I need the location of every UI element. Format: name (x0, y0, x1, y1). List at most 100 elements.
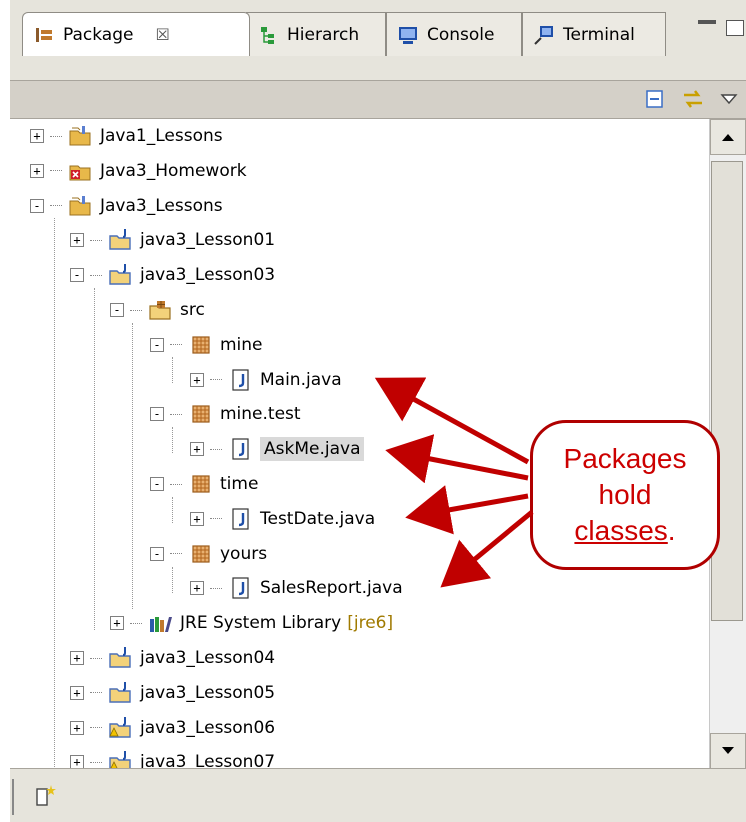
expand-toggle-icon[interactable]: + (190, 372, 204, 387)
tree-connector (210, 448, 222, 450)
scroll-down-button[interactable] (710, 733, 746, 769)
tree-item-label: TestDate.java (260, 508, 376, 529)
tab-hierarchy[interactable]: Hierarch (246, 12, 386, 56)
tree-item-label: Java3_Homework (100, 160, 247, 181)
collapse-all-icon[interactable] (644, 88, 666, 110)
expand-toggle-icon[interactable]: + (70, 685, 84, 700)
callout-line: classes. (574, 513, 675, 549)
tree-guide (172, 427, 173, 453)
tab-terminal[interactable]: Terminal (522, 12, 666, 56)
tree-connector (90, 274, 102, 276)
tree-connector (170, 483, 182, 485)
expand-toggle-icon[interactable]: + (70, 755, 84, 769)
package-icon (192, 405, 210, 423)
tree-item[interactable]: - java3_Lesson03 (70, 260, 275, 290)
library-icon (150, 617, 172, 633)
tree-item-label: src (180, 300, 205, 320)
package-explorer-icon (36, 27, 52, 42)
packages-hold-classes-callout: Packages hold classes. (530, 420, 720, 570)
tree-item[interactable]: + java3_Lesson04 (70, 643, 275, 673)
tree-item[interactable]: + Java1_Lessons (30, 121, 223, 151)
tree-item[interactable]: + SalesReport.java (190, 573, 403, 603)
tree-item[interactable]: + java3_Lesson01 (70, 225, 275, 255)
tree-connector (210, 379, 222, 381)
minimize-icon[interactable] (698, 20, 716, 24)
expand-toggle-icon[interactable]: + (30, 163, 44, 178)
callout-line: Packages (563, 443, 687, 474)
expand-toggle-icon[interactable]: + (30, 129, 44, 143)
tree-item[interactable]: + Java3_Homework (30, 156, 247, 186)
link-with-editor-icon[interactable] (680, 86, 706, 112)
tree-item[interactable]: - mine.test (150, 399, 301, 429)
tree-item[interactable]: - src (110, 295, 205, 325)
maximize-icon[interactable] (726, 20, 744, 36)
hierarchy-icon (261, 26, 274, 44)
tree-item-label: time (220, 474, 259, 494)
tree-connector (170, 413, 182, 415)
expand-toggle-icon[interactable]: + (110, 616, 124, 631)
tab-package-explorer[interactable]: Package ☒ (22, 12, 250, 56)
tree-connector (50, 135, 62, 137)
source-folder-icon (149, 301, 171, 320)
expand-toggle-icon[interactable]: + (70, 651, 84, 665)
package-icon (192, 336, 210, 354)
java-project-icon (109, 264, 131, 285)
scrollbar-thumb[interactable] (711, 161, 743, 621)
tree-guide (94, 288, 95, 630)
tree-item[interactable]: - mine (150, 330, 263, 360)
expand-toggle-icon[interactable]: + (70, 233, 84, 248)
callout-period: . (667, 515, 676, 546)
tree-item[interactable]: + java3_Lesson06 (70, 713, 275, 743)
project-icon (69, 195, 91, 216)
tree-connector (90, 657, 102, 659)
tree-item[interactable]: + Main.java (190, 365, 342, 395)
view-menu-icon[interactable] (720, 92, 738, 106)
collapse-toggle-icon[interactable]: - (150, 407, 164, 422)
collapse-toggle-icon[interactable]: - (150, 546, 164, 561)
view-tab-bar: Package ☒ Hierarch Console Terminal (10, 0, 746, 81)
tree-item[interactable]: - time (150, 469, 258, 499)
tree-item-label: AskMe.java (260, 437, 365, 462)
collapse-toggle-icon[interactable]: - (70, 268, 84, 283)
collapse-toggle-icon[interactable]: - (30, 198, 44, 213)
close-tab-icon[interactable]: ☒ (155, 25, 169, 44)
expand-toggle-icon[interactable]: + (190, 511, 204, 526)
callout-line: hold (598, 479, 652, 510)
tree-item-label: java3_Lesson06 (140, 717, 276, 738)
scroll-up-button[interactable] (710, 119, 746, 155)
tree-connector (90, 727, 102, 729)
tree-item[interactable]: - Java3_Lessons (30, 191, 223, 221)
fast-view-icon[interactable] (34, 783, 58, 809)
tree-connector (130, 309, 142, 311)
tree-item[interactable]: + TestDate.java (190, 504, 375, 534)
expand-toggle-icon[interactable]: + (190, 581, 204, 596)
tree-guide (132, 323, 133, 609)
tab-label: Package (63, 24, 134, 45)
tree-item[interactable]: - yours (150, 539, 267, 569)
status-bar (10, 768, 746, 822)
project-error-icon (69, 165, 91, 181)
tree-item-label: java3_Lesson07 (140, 752, 276, 769)
tree-item[interactable]: + java3_Lesson05 (70, 678, 275, 708)
tab-console[interactable]: Console (386, 12, 522, 56)
tree-item[interactable]: + JRE System Library [jre6] (110, 608, 393, 638)
collapse-toggle-icon[interactable]: - (150, 477, 164, 491)
java-project-warning-icon (109, 716, 131, 738)
tree-item[interactable]: + AskMe.java (190, 434, 365, 464)
tree-connector (170, 553, 182, 555)
collapse-toggle-icon[interactable]: - (150, 337, 164, 352)
tree-item-label: java3_Lesson05 (140, 682, 276, 703)
tree-item-label: Main.java (260, 369, 342, 390)
java-file-icon (232, 438, 249, 460)
tree-connector (90, 761, 102, 763)
expand-toggle-icon[interactable]: + (190, 442, 204, 457)
terminal-icon (534, 25, 553, 45)
collapse-toggle-icon[interactable]: - (110, 303, 124, 317)
expand-toggle-icon[interactable]: + (70, 720, 84, 735)
view-toolbar (644, 82, 738, 116)
tree-item[interactable]: + java3_Lesson07 (70, 747, 275, 769)
tree-item-label: Java3_Lessons (100, 195, 223, 216)
tree-item-label: Java1_Lessons (100, 126, 223, 146)
arrow-down-icon (722, 747, 734, 754)
window-controls (698, 20, 744, 36)
